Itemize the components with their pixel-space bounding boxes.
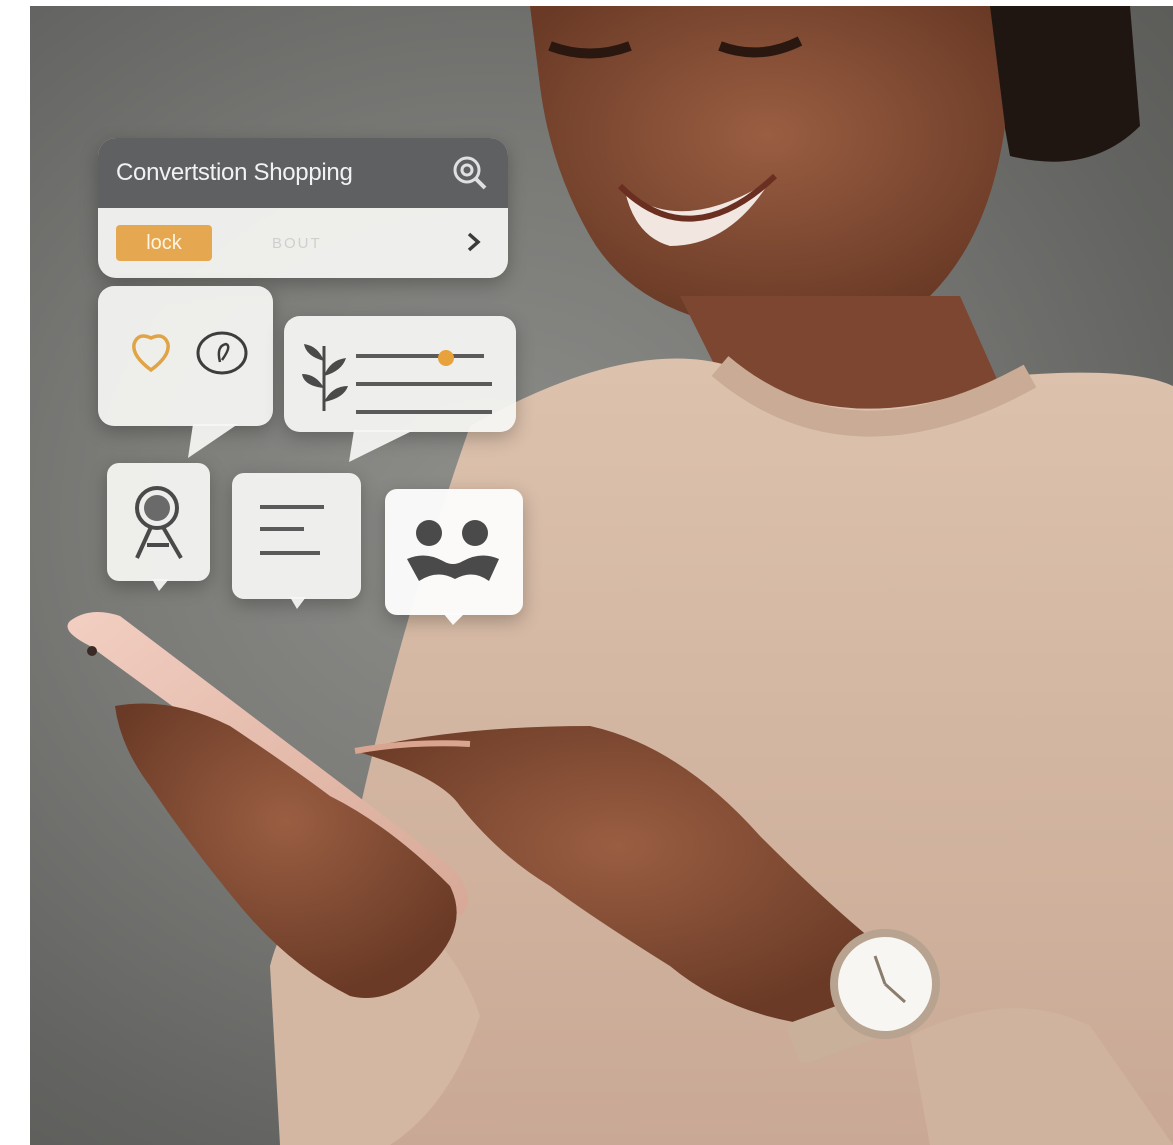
search-icon[interactable] xyxy=(450,153,490,193)
leaf-icon xyxy=(302,344,348,411)
slider-icon xyxy=(356,350,492,414)
favorites-bubble[interactable] xyxy=(98,286,273,458)
details-bubble[interactable] xyxy=(232,473,361,609)
heart-icon xyxy=(132,334,170,373)
lock-button[interactable]: lock xyxy=(116,225,212,261)
faded-label: BOUT xyxy=(272,234,322,252)
chat-icon xyxy=(196,331,248,375)
preferences-bubble[interactable] xyxy=(284,316,516,462)
search-card-title: Convertstion Shopping xyxy=(116,159,353,186)
text-lines-icon xyxy=(260,505,324,555)
shopping-search-card: Convertstion Shopping lock BOUT xyxy=(98,138,508,278)
badge-bubble[interactable] xyxy=(107,463,210,591)
left-margin xyxy=(0,0,30,1145)
filter-row: lock BOUT xyxy=(98,208,508,278)
ribbon-icon xyxy=(135,486,183,560)
people-icon xyxy=(407,520,499,581)
search-bar[interactable]: Convertstion Shopping xyxy=(98,138,508,208)
community-bubble[interactable] xyxy=(385,489,523,625)
chevron-right-icon[interactable] xyxy=(466,230,482,254)
